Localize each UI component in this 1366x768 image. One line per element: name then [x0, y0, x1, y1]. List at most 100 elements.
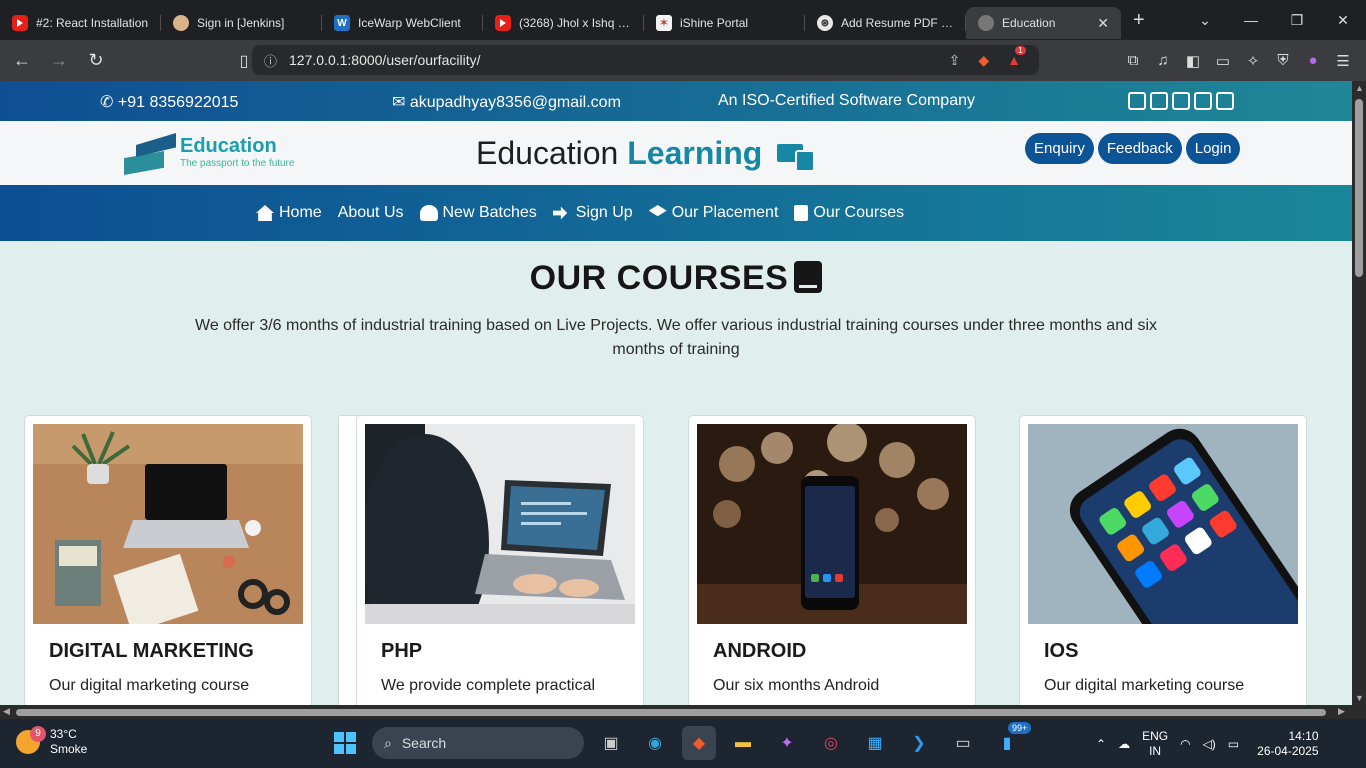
- wallet-icon[interactable]: ▭: [1208, 52, 1238, 70]
- instagram-icon[interactable]: ◎: [814, 726, 848, 760]
- nav-label: About Us: [337, 204, 404, 221]
- windows-icon: [334, 732, 356, 754]
- browser-tab-strip: #2: React Installation Sign in [Jenkins]…: [0, 0, 1366, 40]
- language-indicator[interactable]: ENG IN: [1142, 729, 1168, 759]
- horizontal-scrollbar[interactable]: ◀ ▶: [0, 705, 1366, 719]
- volume-icon[interactable]: ◁): [1203, 737, 1216, 751]
- nav-sign-up[interactable]: Sign Up: [552, 204, 633, 222]
- course-card-android[interactable]: ANDROID Our six months Android: [688, 415, 976, 705]
- scroll-up-arrow-icon[interactable]: ▲: [1355, 83, 1364, 93]
- clock[interactable]: 14:10 26-04-2025: [1257, 729, 1318, 759]
- site-info-icon[interactable]: ⓘ: [264, 51, 277, 70]
- terminal-icon[interactable]: ▭: [946, 726, 980, 760]
- instagram-icon[interactable]: [1150, 92, 1168, 110]
- tab-search-chevron-icon[interactable]: ⌄: [1182, 12, 1228, 29]
- edge-icon[interactable]: ◉: [638, 726, 672, 760]
- nav-new-batches[interactable]: New Batches: [419, 204, 537, 222]
- users-icon: [419, 205, 438, 221]
- sidebar-icon[interactable]: ◧: [1178, 52, 1208, 70]
- profile-icon[interactable]: ●: [1298, 52, 1328, 69]
- course-card-digital-marketing[interactable]: DIGITAL MARKETING Our digital marketing …: [24, 415, 312, 705]
- maximize-button[interactable]: ❐: [1274, 12, 1320, 29]
- phone-number: +91 8356922015: [117, 94, 239, 111]
- new-tab-button[interactable]: +: [1133, 9, 1153, 32]
- forward-button[interactable]: →: [44, 50, 74, 71]
- horizontal-scroll-thumb[interactable]: [16, 709, 1326, 716]
- start-button[interactable]: [328, 726, 362, 760]
- whatsapp-icon[interactable]: [1216, 92, 1234, 110]
- close-tab-icon[interactable]: ✕: [1097, 15, 1109, 32]
- copilot-icon[interactable]: ✦: [770, 726, 804, 760]
- microsoft-store-icon[interactable]: ▦: [858, 726, 892, 760]
- nav-about-us[interactable]: About Us: [337, 204, 626, 705]
- leo-ai-icon[interactable]: ✧: [1238, 52, 1268, 70]
- vertical-scrollbar[interactable]: ▲ ▼: [1352, 81, 1366, 705]
- minimize-button[interactable]: —: [1228, 12, 1274, 28]
- vpn-icon[interactable]: ⛨: [1268, 52, 1298, 69]
- course-card-ios[interactable]: IOS Our digital marketing course: [1019, 415, 1307, 705]
- tab-title: Add Resume PDF Link: [841, 16, 954, 30]
- tab-education[interactable]: Education ✕: [966, 7, 1121, 39]
- back-button[interactable]: ←: [7, 50, 37, 71]
- brave-rewards-icon[interactable]: ▲ 1: [1007, 46, 1026, 68]
- menu-icon[interactable]: ☰: [1328, 52, 1358, 70]
- battery-icon[interactable]: ▭: [1228, 737, 1239, 751]
- phone-link-icon[interactable]: ▮ 99+: [990, 722, 1032, 760]
- youtube-icon[interactable]: [1172, 92, 1190, 110]
- language-code: ENG: [1142, 728, 1169, 743]
- close-window-button[interactable]: ✕: [1320, 12, 1366, 29]
- brave-icon[interactable]: ◆: [682, 726, 716, 760]
- reload-button[interactable]: ↻: [81, 50, 111, 71]
- sign-in-icon: [552, 206, 568, 220]
- main-nav: Home About Us New Batches Sign Up Our Pl…: [0, 185, 1352, 705]
- nav-our-courses[interactable]: Our Courses: [794, 204, 904, 222]
- media-icon[interactable]: ♫: [1148, 52, 1178, 69]
- login-button[interactable]: Login: [1185, 133, 1241, 164]
- extensions-icon[interactable]: ⧉: [1118, 52, 1148, 69]
- phone-icon: ✆: [100, 94, 114, 111]
- nav-home[interactable]: Home: [256, 204, 322, 222]
- wifi-icon[interactable]: ◠: [1180, 737, 1190, 751]
- share-icon[interactable]: ⇪: [949, 52, 961, 69]
- phone-contact[interactable]: ✆ +91 8356922015: [100, 92, 238, 112]
- email-contact[interactable]: ✉ akupadhyay8356@gmail.com: [392, 92, 621, 112]
- brand-header: Education The passport to the future Edu…: [0, 121, 1352, 185]
- taskbar-search[interactable]: ⌕ Search: [372, 727, 584, 759]
- tab-ishine-portal[interactable]: ✶ iShine Portal: [644, 7, 805, 39]
- feedback-button[interactable]: Feedback: [1097, 133, 1182, 164]
- tab-title: Sign in [Jenkins]: [197, 16, 285, 30]
- enquiry-button[interactable]: Enquiry: [1025, 133, 1094, 164]
- browser-toolbar: ← → ↻ ▯ ⓘ 127.0.0.1:8000/user/ourfacilit…: [0, 40, 1366, 81]
- address-bar[interactable]: ⓘ 127.0.0.1:8000/user/ourfacility/ ⇪ ◆ ▲…: [252, 45, 1039, 75]
- nav-label: New Batches: [442, 204, 537, 221]
- url-text[interactable]: 127.0.0.1:8000/user/ourfacility/: [289, 52, 949, 68]
- nav-label: Home: [279, 204, 322, 221]
- onedrive-icon[interactable]: ☁: [1118, 737, 1130, 751]
- weather-widget[interactable]: 9 33°C Smoke: [16, 726, 87, 757]
- brave-shields-icon[interactable]: ◆: [978, 52, 989, 69]
- course-title: IOS: [1044, 640, 1079, 662]
- tab-resume-pdf[interactable]: ⊛ Add Resume PDF Link: [805, 7, 966, 39]
- book-icon: [794, 205, 809, 221]
- tray-overflow-chevron-icon[interactable]: ⌃: [1096, 737, 1106, 751]
- tab-icewarp[interactable]: W IceWarp WebClient: [322, 7, 483, 39]
- scroll-right-arrow-icon[interactable]: ▶: [1338, 706, 1345, 717]
- devices-icon: [777, 140, 816, 172]
- file-explorer-icon[interactable]: ▬: [726, 726, 760, 760]
- course-card-php[interactable]: PHP We provide complete practical: [356, 415, 644, 705]
- tab-jenkins[interactable]: Sign in [Jenkins]: [161, 7, 322, 39]
- nav-our-placement[interactable]: Our Placement: [648, 204, 778, 222]
- nav-label: Our Courses: [813, 204, 905, 221]
- site-logo[interactable]: Education The passport to the future: [124, 129, 295, 175]
- vertical-scroll-thumb[interactable]: [1355, 99, 1363, 277]
- task-view-icon[interactable]: ▣: [594, 726, 628, 760]
- scroll-left-arrow-icon[interactable]: ◀: [3, 706, 10, 717]
- linkedin-icon[interactable]: [1194, 92, 1212, 110]
- facebook-icon[interactable]: [1128, 92, 1146, 110]
- jenkins-icon: [173, 15, 189, 31]
- course-description: Our six months Android: [713, 677, 880, 694]
- vscode-icon[interactable]: ❯: [902, 726, 936, 760]
- scroll-down-arrow-icon[interactable]: ▼: [1355, 693, 1364, 703]
- tab-react-installation[interactable]: #2: React Installation: [0, 7, 161, 39]
- tab-youtube-song[interactable]: (3268) Jhol x Ishq 2.0: [483, 7, 644, 39]
